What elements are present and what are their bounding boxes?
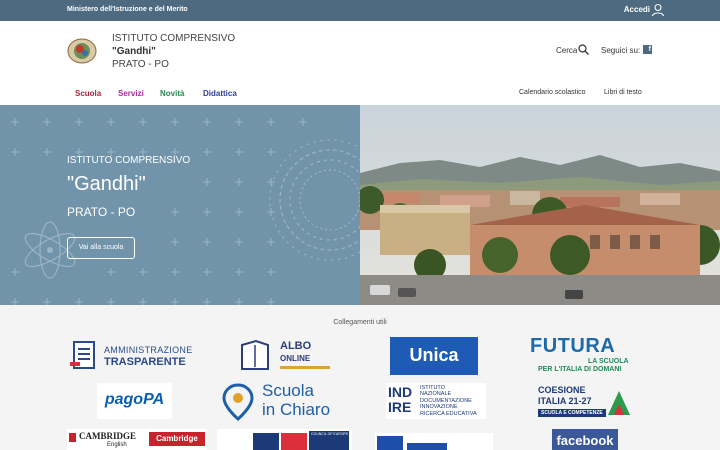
coesione-arrow-icon (608, 391, 630, 415)
coesione-line3: SCUOLA E COMPETENZE (538, 409, 606, 417)
futura-line1: FUTURA (530, 335, 616, 357)
amministrazione-trasparente-link[interactable]: AMMINISTRAZIONE TRASPARENTE (70, 338, 205, 374)
facebook-label: facebook (556, 433, 614, 448)
school-name[interactable]: ISTITUTO COMPRENSIVO "Gandhi" PRATO - PO (112, 32, 235, 71)
erasmus-link[interactable] (375, 433, 493, 450)
facebook-link[interactable]: facebook (552, 429, 618, 450)
nav-item-servizi[interactable]: Servizi (118, 89, 144, 98)
hero-panel: ISTITUTO COMPRENSIVO "Gandhi" PRATO - PO… (0, 105, 360, 305)
futura-line3: PER L'ITALIA DI DOMANI (538, 366, 622, 373)
council-of-europe-link[interactable]: COUNCIL OF EUROPE (217, 429, 352, 450)
facebook-icon[interactable]: f (643, 45, 652, 54)
school-name-line2: "Gandhi" (112, 46, 156, 57)
school-name-line1: ISTITUTO COMPRENSIVO (112, 33, 236, 44)
search-icon[interactable] (578, 44, 589, 55)
coe-label: COUNCIL OF EUROPE (311, 432, 349, 436)
flag-red (281, 433, 307, 450)
scuola-in-chiaro-link[interactable]: Scuola in Chiaro (220, 381, 355, 421)
coesione-line1: COESIONE (538, 385, 586, 395)
albo-online-link[interactable]: ALBO ONLINE (238, 337, 333, 373)
indire-logo-bottom: IRE (388, 399, 412, 415)
document-icon (70, 341, 95, 369)
albo-line1: ALBO (280, 340, 312, 352)
hero-section: ISTITUTO COMPRENSIVO "Gandhi" PRATO - PO… (0, 105, 720, 305)
go-to-school-button[interactable]: Vai alla scuola (67, 237, 135, 259)
nav-item-novita[interactable]: Novità (160, 89, 184, 98)
useful-links-section: Collegamenti utili AMMINISTRAZIONE TRASP… (0, 305, 720, 450)
coesione-italia-link[interactable]: COESIONE ITALIA 21-27 SCUOLA E COMPETENZ… (536, 383, 636, 421)
indire-link[interactable]: IND IRE ISTITUTO NAZIONALE DOCUMENTAZION… (386, 383, 486, 419)
nav-item-calendario[interactable]: Calendario scolastico (519, 89, 586, 96)
top-bar: Ministero dell'Istruzione e del Merito A… (0, 0, 720, 21)
social-label: Seguici su: (601, 46, 641, 55)
amministrazione-line1: AMMINISTRAZIONE (104, 345, 193, 355)
school-logo[interactable] (67, 38, 97, 64)
pagopa-link[interactable]: pagoPA (97, 383, 172, 419)
indire-logo-top: IND (388, 384, 413, 400)
nav-item-libri[interactable]: Libri di testo (604, 89, 642, 96)
scuola-chiaro-line2: in Chiaro (262, 400, 331, 419)
useful-links-title: Collegamenti utili (333, 319, 387, 326)
location-pin-icon (222, 383, 254, 421)
pagopa-label: pagoPA (104, 391, 165, 408)
nav-item-scuola[interactable]: Scuola (75, 89, 101, 98)
school-photo (360, 105, 720, 305)
eu-flag-icon (377, 436, 403, 450)
search-label[interactable]: Cerca (556, 46, 577, 55)
nav-item-didattica[interactable]: Didattica (203, 89, 237, 98)
coesione-line2: ITALIA 21-27 (538, 396, 592, 406)
hero-title-line2: "Gandhi" (67, 173, 146, 195)
user-icon[interactable] (651, 3, 665, 17)
cambridge-badge: Cambridge (149, 432, 205, 446)
flag-blue (253, 433, 279, 450)
site-header: ISTITUTO COMPRENSIVO "Gandhi" PRATO - PO… (0, 21, 720, 81)
scuola-chiaro-line1: Scuola (262, 381, 314, 400)
futura-line2: LA SCUOLA (588, 358, 629, 365)
ministry-link[interactable]: Ministero dell'Istruzione e del Merito (67, 6, 188, 13)
hero-pattern (11, 118, 360, 305)
amministrazione-line2: TRASPARENTE (104, 356, 186, 368)
erasmus-logo-fragment (407, 443, 447, 450)
school-name-line3: PRATO - PO (112, 59, 169, 70)
hero-title-line3: PRATO - PO (67, 205, 136, 219)
indire-text: ISTITUTO NAZIONALE DOCUMENTAZIONE INNOVA… (420, 385, 477, 417)
unica-link[interactable]: Unica (390, 337, 478, 375)
hero-title-line1: ISTITUTO COMPRENSIVO (67, 155, 191, 166)
main-nav: Scuola Servizi Novità Didattica Calendar… (0, 81, 720, 105)
cambridge-word: CAMBRIDGE (79, 431, 137, 441)
indire-text-5: RICERCA EDUCATIVA (420, 410, 477, 417)
login-link[interactable]: Accedi (624, 5, 650, 14)
albo-underline (280, 366, 330, 369)
school-photo-image (360, 105, 720, 305)
unica-label: Unica (409, 345, 459, 365)
cambridge-shield-icon (69, 433, 76, 442)
albo-icon (241, 339, 269, 370)
futura-link[interactable]: FUTURA LA SCUOLA PER L'ITALIA DI DOMANI (530, 335, 640, 377)
albo-line2: ONLINE (280, 354, 311, 363)
cambridge-sub: English (107, 442, 127, 448)
cambridge-link[interactable]: CAMBRIDGE English Cambridge (67, 429, 207, 450)
indire-logo: IND IRE (388, 385, 412, 415)
